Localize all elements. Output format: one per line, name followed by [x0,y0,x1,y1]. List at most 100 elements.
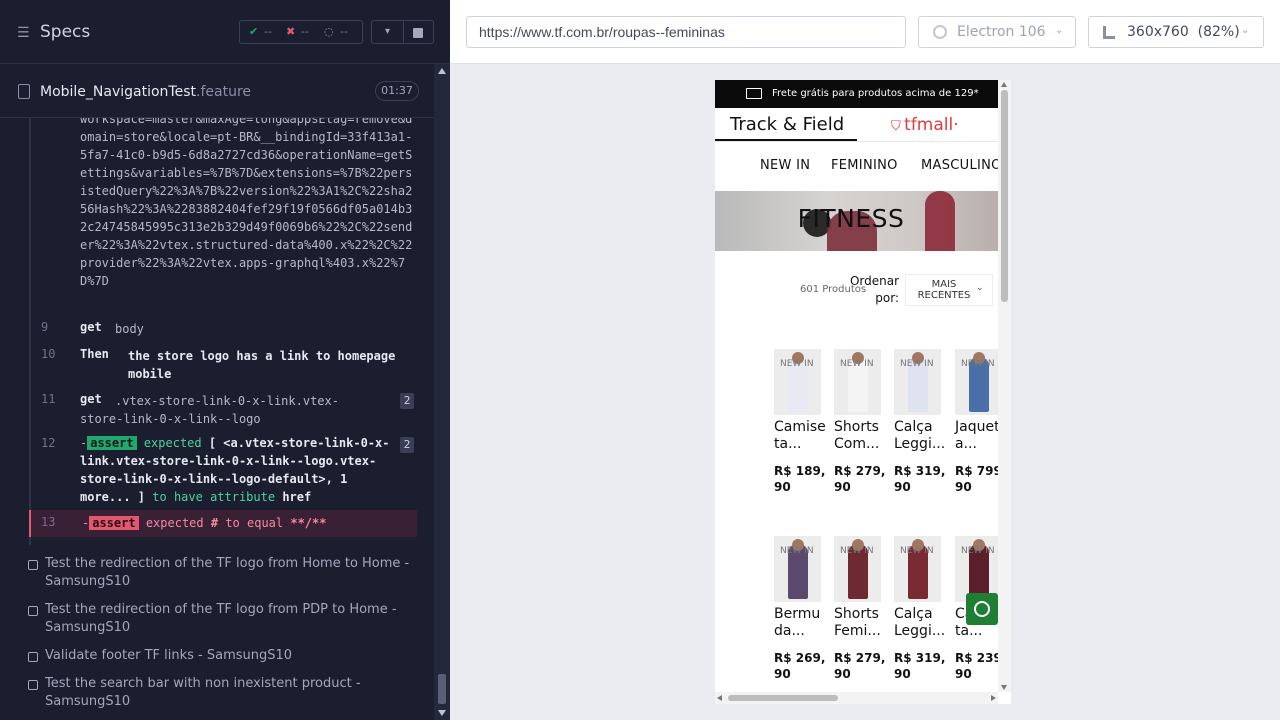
frame-vertical-scrollbar[interactable] [998,80,1011,692]
pending-count: -- [340,25,348,38]
reporter-scrollbar[interactable] [434,64,450,720]
whatsapp-icon [974,601,990,617]
category-title: FITNESS [797,204,905,233]
line-number: 12 [41,436,56,450]
product-name[interactable]: Shorts Femi... [834,606,886,640]
viewport-selector[interactable]: 360x760 (82%) ⌄ [1088,16,1264,48]
scrollbar-thumb[interactable] [728,695,838,701]
specs-title[interactable]: Specs [40,22,90,42]
command-name: Then [80,347,109,361]
new-in-badge: NEW IN [840,546,874,556]
tfmall-logo-link[interactable]: ⛉ tfmall· [891,115,959,135]
spec-file-ext: .feature [196,84,252,100]
url-field[interactable] [466,16,906,48]
order-by-select[interactable]: MAIS RECENTES ⌄ [905,274,993,306]
scroll-up-arrow-icon[interactable] [438,68,446,74]
assert-pass-badge: assert [87,436,137,450]
test-pending-icon [28,680,38,690]
ruler-icon [1103,26,1115,39]
line-number: 9 [41,320,49,334]
test-title: Test the redirection of the TF logo from… [45,602,397,635]
passed-check-icon: ✔ [249,25,259,38]
order-by-label: Ordenar por: [849,274,899,305]
scroll-down-arrow-icon[interactable] [438,710,446,716]
product-name[interactable]: Calça Leggi... [894,606,946,640]
stop-button[interactable] [404,20,434,44]
nav-new-in[interactable]: NEW IN [760,158,810,173]
product-price: R$ 319, 90 [894,464,946,494]
assert-word-expected: expected [145,516,204,530]
product-name[interactable]: Calça Leggi... [894,419,946,453]
whatsapp-button[interactable] [966,593,998,625]
specs-list-icon[interactable]: ☰ [17,25,30,41]
store-logo-link[interactable]: Track & Field [730,114,844,135]
new-in-badge: NEW IN [961,546,995,556]
scroll-right-arrow-icon[interactable] [991,695,996,701]
assert-word-expected: expected [143,436,202,450]
nav-masculino[interactable]: MASCULINO [921,158,1002,173]
aut-panel: Electron 106 ⌄ 360x760 (82%) ⌄ Frete grá… [450,0,1280,720]
frame-horizontal-scrollbar[interactable] [715,692,998,704]
scrollbar-thumb[interactable] [438,674,446,704]
spec-duration-badge: 01:37 [375,81,419,101]
brand-divider [715,141,998,142]
stop-icon [413,28,423,38]
assert-target: **/** [290,516,327,530]
test-title: Test the search bar with non inexistent … [45,676,361,709]
assert-word-relation: to have attribute [152,490,276,504]
product-price: R$ 319, 90 [894,651,946,681]
request-url-text: workspace=master&maxAge=long&appsEtag=re… [80,118,413,288]
assert-subject: # [210,516,219,530]
viewport-size: 360x760 (82%) [1127,24,1240,40]
failed-command-row[interactable]: 13 - assert expected # to equal **/** [29,510,417,537]
pending-circle-icon: ◌ [324,25,334,38]
product-name[interactable]: Shorts Com... [834,419,886,453]
browser-selector[interactable]: Electron 106 ⌄ [918,16,1076,48]
bag-icon: ⛉ [891,119,901,134]
assert-message: - assert expected # to equal **/** [82,514,402,532]
command-message: .vtex-store-link-0-x-link.vtex-store-lin… [80,394,339,426]
aut-header: Electron 106 ⌄ 360x760 (82%) ⌄ [450,0,1280,64]
nav-feminino[interactable]: FEMININO [831,158,898,173]
command-row[interactable]: 11 get .vtex-store-link-0-x-link.vtex-st… [31,390,419,428]
truck-icon [746,88,762,99]
promo-text: Frete grátis para produtos acima de 129* [772,88,979,99]
scrollbar-thumb[interactable] [1001,90,1008,302]
command-row[interactable]: 12 - assert expected [ <a.vtex-store-link… [31,434,419,506]
product-name[interactable]: Camise ta... [774,419,826,453]
passed-count: -- [264,25,272,38]
product-name[interactable]: Bermu da... [774,606,826,640]
assert-word-relation: to equal [225,516,284,530]
reporter-header: ☰ Specs ✔ -- ✖ -- ◌ -- ▾ [0,0,450,64]
test-pending-icon [28,560,38,570]
spec-file-basename: Mobile_NavigationTest [40,84,197,100]
scroll-left-arrow-icon[interactable] [717,695,722,701]
test-item[interactable]: Test the redirection of the TF logo from… [28,555,409,591]
command-log: workspace=master&maxAge=long&appsEtag=re… [0,118,434,545]
scroll-up-arrow-icon[interactable] [1001,82,1007,87]
command-name: get [80,320,102,334]
test-item[interactable]: Test the search bar with non inexistent … [28,675,408,711]
test-pending-icon [28,606,38,616]
command-row[interactable]: 10 Then the store logo has a link to hom… [31,345,419,383]
tfmall-logo-text: tfmall· [900,115,959,135]
chevron-down-button[interactable]: ▾ [371,20,404,44]
test-item[interactable]: Validate footer TF links - SamsungS10 [28,647,408,665]
product-price: R$ 269, 90 [774,651,826,681]
command-message: the store logo has a link to homepage mo… [128,349,396,381]
spec-file-row[interactable]: Mobile_NavigationTest.feature 01:37 [0,64,434,118]
new-in-badge: NEW IN [900,546,934,556]
failed-count: -- [301,25,309,38]
element-count-badge: 2 [400,437,414,453]
document-icon [18,84,30,99]
spec-file-name[interactable]: Mobile_NavigationTest.feature [40,84,251,100]
scroll-down-arrow-icon[interactable] [1001,685,1007,690]
chevron-down-icon: ⌄ [1241,25,1250,36]
promo-bar: Frete grátis para produtos acima de 129* [715,80,998,108]
command-row[interactable]: 9 get body [31,318,419,338]
assert-fail-badge: assert [89,516,139,530]
failed-x-icon: ✖ [286,25,296,38]
test-item[interactable]: Test the redirection of the TF logo from… [28,601,408,637]
element-count-badge: 2 [400,393,414,409]
product-price: R$ 279, 90 [834,464,886,494]
